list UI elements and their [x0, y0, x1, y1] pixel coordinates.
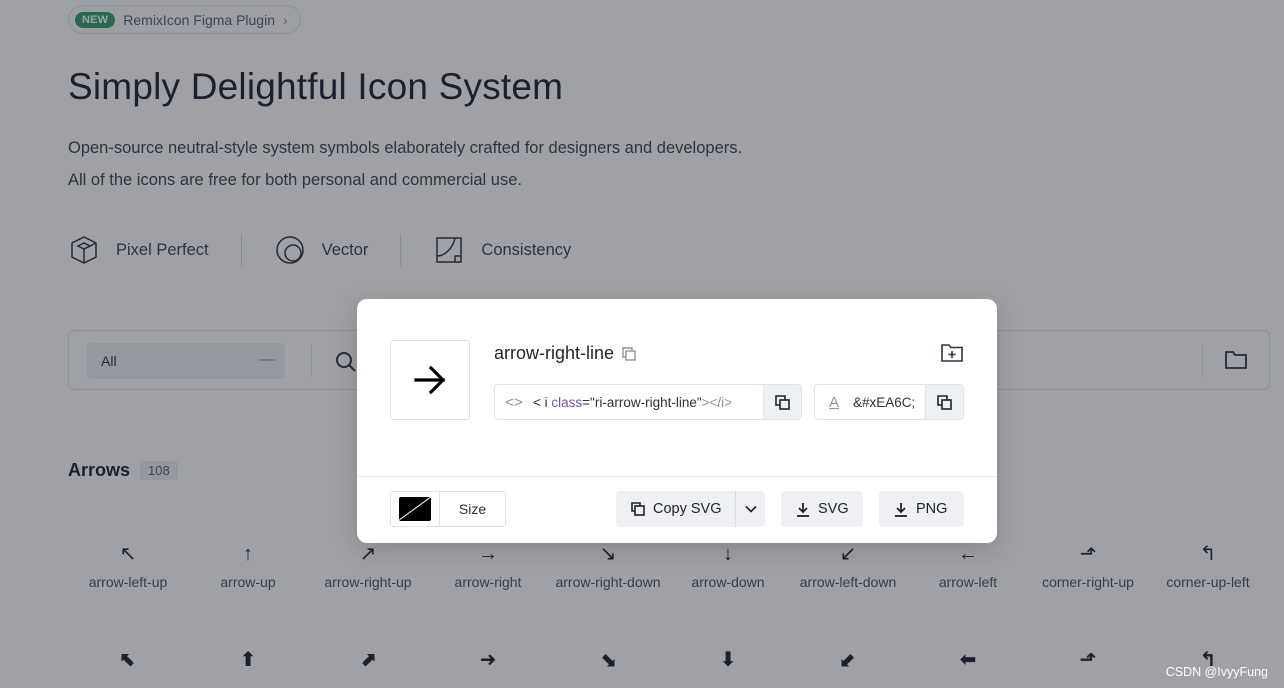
copy-svg-label: Copy SVG — [653, 501, 722, 517]
download-icon — [797, 502, 809, 517]
color-swatch[interactable] — [399, 497, 431, 521]
copy-icon — [937, 394, 952, 410]
html-code-text: < i class="ri-arrow-right-line"></i> — [533, 395, 763, 410]
chevron-down-icon — [744, 505, 757, 513]
watermark: CSDN @IvyyFung — [1165, 665, 1268, 679]
copy-svg-button[interactable]: Copy SVG — [616, 491, 765, 527]
size-button[interactable]: Size — [440, 501, 505, 517]
color-size-control: Size — [390, 491, 506, 527]
download-icon — [895, 502, 907, 517]
copy-svg-dropdown[interactable] — [735, 491, 765, 527]
font-icon: A — [828, 393, 839, 411]
copy-icon — [775, 394, 790, 410]
html-code-field[interactable]: <> < i class="ri-arrow-right-line"></i> — [494, 384, 802, 420]
copy-icon[interactable] — [622, 346, 636, 361]
icon-name: arrow-right-line — [494, 343, 615, 363]
svg-label: SVG — [818, 501, 849, 517]
code-eq: = — [582, 394, 591, 410]
code-open: < i — [533, 394, 552, 410]
download-png-button[interactable]: PNG — [879, 491, 964, 527]
add-to-collection-icon[interactable] — [941, 343, 963, 363]
icon-name-row: arrow-right-line — [494, 343, 636, 364]
icon-preview — [390, 340, 470, 420]
copy-icon — [631, 502, 645, 516]
code-close: ></i> — [701, 394, 733, 410]
arrow-right-icon — [414, 365, 446, 395]
divider — [357, 476, 997, 477]
code-icon: <> — [505, 393, 523, 411]
copy-unicode-button[interactable] — [925, 385, 963, 419]
icon-detail-modal: arrow-right-line <> < i class="ri-arrow-… — [357, 299, 997, 543]
unicode-value: &#xEA6C; — [853, 394, 916, 410]
code-attr: class — [551, 394, 583, 410]
code-value: "ri-arrow-right-line" — [590, 394, 702, 410]
png-label: PNG — [916, 501, 948, 517]
copy-code-button[interactable] — [763, 385, 801, 419]
download-svg-button[interactable]: SVG — [781, 491, 863, 527]
unicode-field[interactable]: A &#xEA6C; — [814, 384, 964, 420]
